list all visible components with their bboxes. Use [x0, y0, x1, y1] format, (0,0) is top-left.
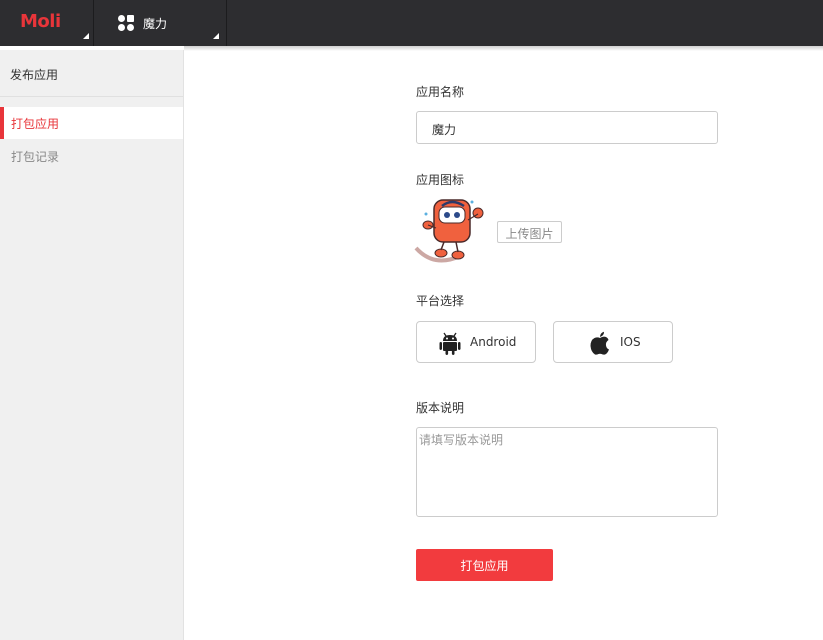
app-switcher[interactable]: 魔力	[94, 0, 227, 46]
logo: Moli	[20, 11, 61, 32]
sidebar: 发布应用 打包应用 打包记录	[0, 50, 184, 640]
version-notes-textarea[interactable]: 请填写版本说明	[416, 427, 718, 517]
app-icon-image	[414, 196, 486, 266]
header-shadow	[184, 46, 823, 51]
platform-ios-label: IOS	[620, 335, 641, 349]
sidebar-item-package-app[interactable]: 打包应用	[0, 107, 183, 139]
package-app-button[interactable]: 打包应用	[416, 549, 553, 581]
platform-android-label: Android	[470, 335, 517, 349]
sidebar-item-package-history[interactable]: 打包记录	[0, 140, 183, 172]
app-name-label: 应用名称	[416, 85, 465, 99]
app-name: 魔力	[143, 17, 168, 31]
app-grid-icon	[118, 15, 134, 31]
apple-icon	[590, 331, 609, 355]
app-icon-label: 应用图标	[416, 173, 465, 187]
platform-label: 平台选择	[416, 294, 465, 308]
platform-ios-button[interactable]: IOS	[553, 321, 673, 363]
android-icon	[439, 332, 461, 355]
sidebar-title: 发布应用	[0, 50, 183, 97]
logo-menu[interactable]: Moli	[0, 0, 94, 46]
top-bar: Moli 魔力	[0, 0, 823, 46]
upload-image-button[interactable]: 上传图片	[497, 221, 562, 243]
platform-android-button[interactable]: Android	[416, 321, 536, 363]
corner-indicator-icon	[213, 33, 219, 39]
app-name-input[interactable]: 魔力	[416, 111, 718, 144]
version-notes-label: 版本说明	[416, 401, 465, 415]
corner-indicator-icon	[83, 33, 89, 39]
